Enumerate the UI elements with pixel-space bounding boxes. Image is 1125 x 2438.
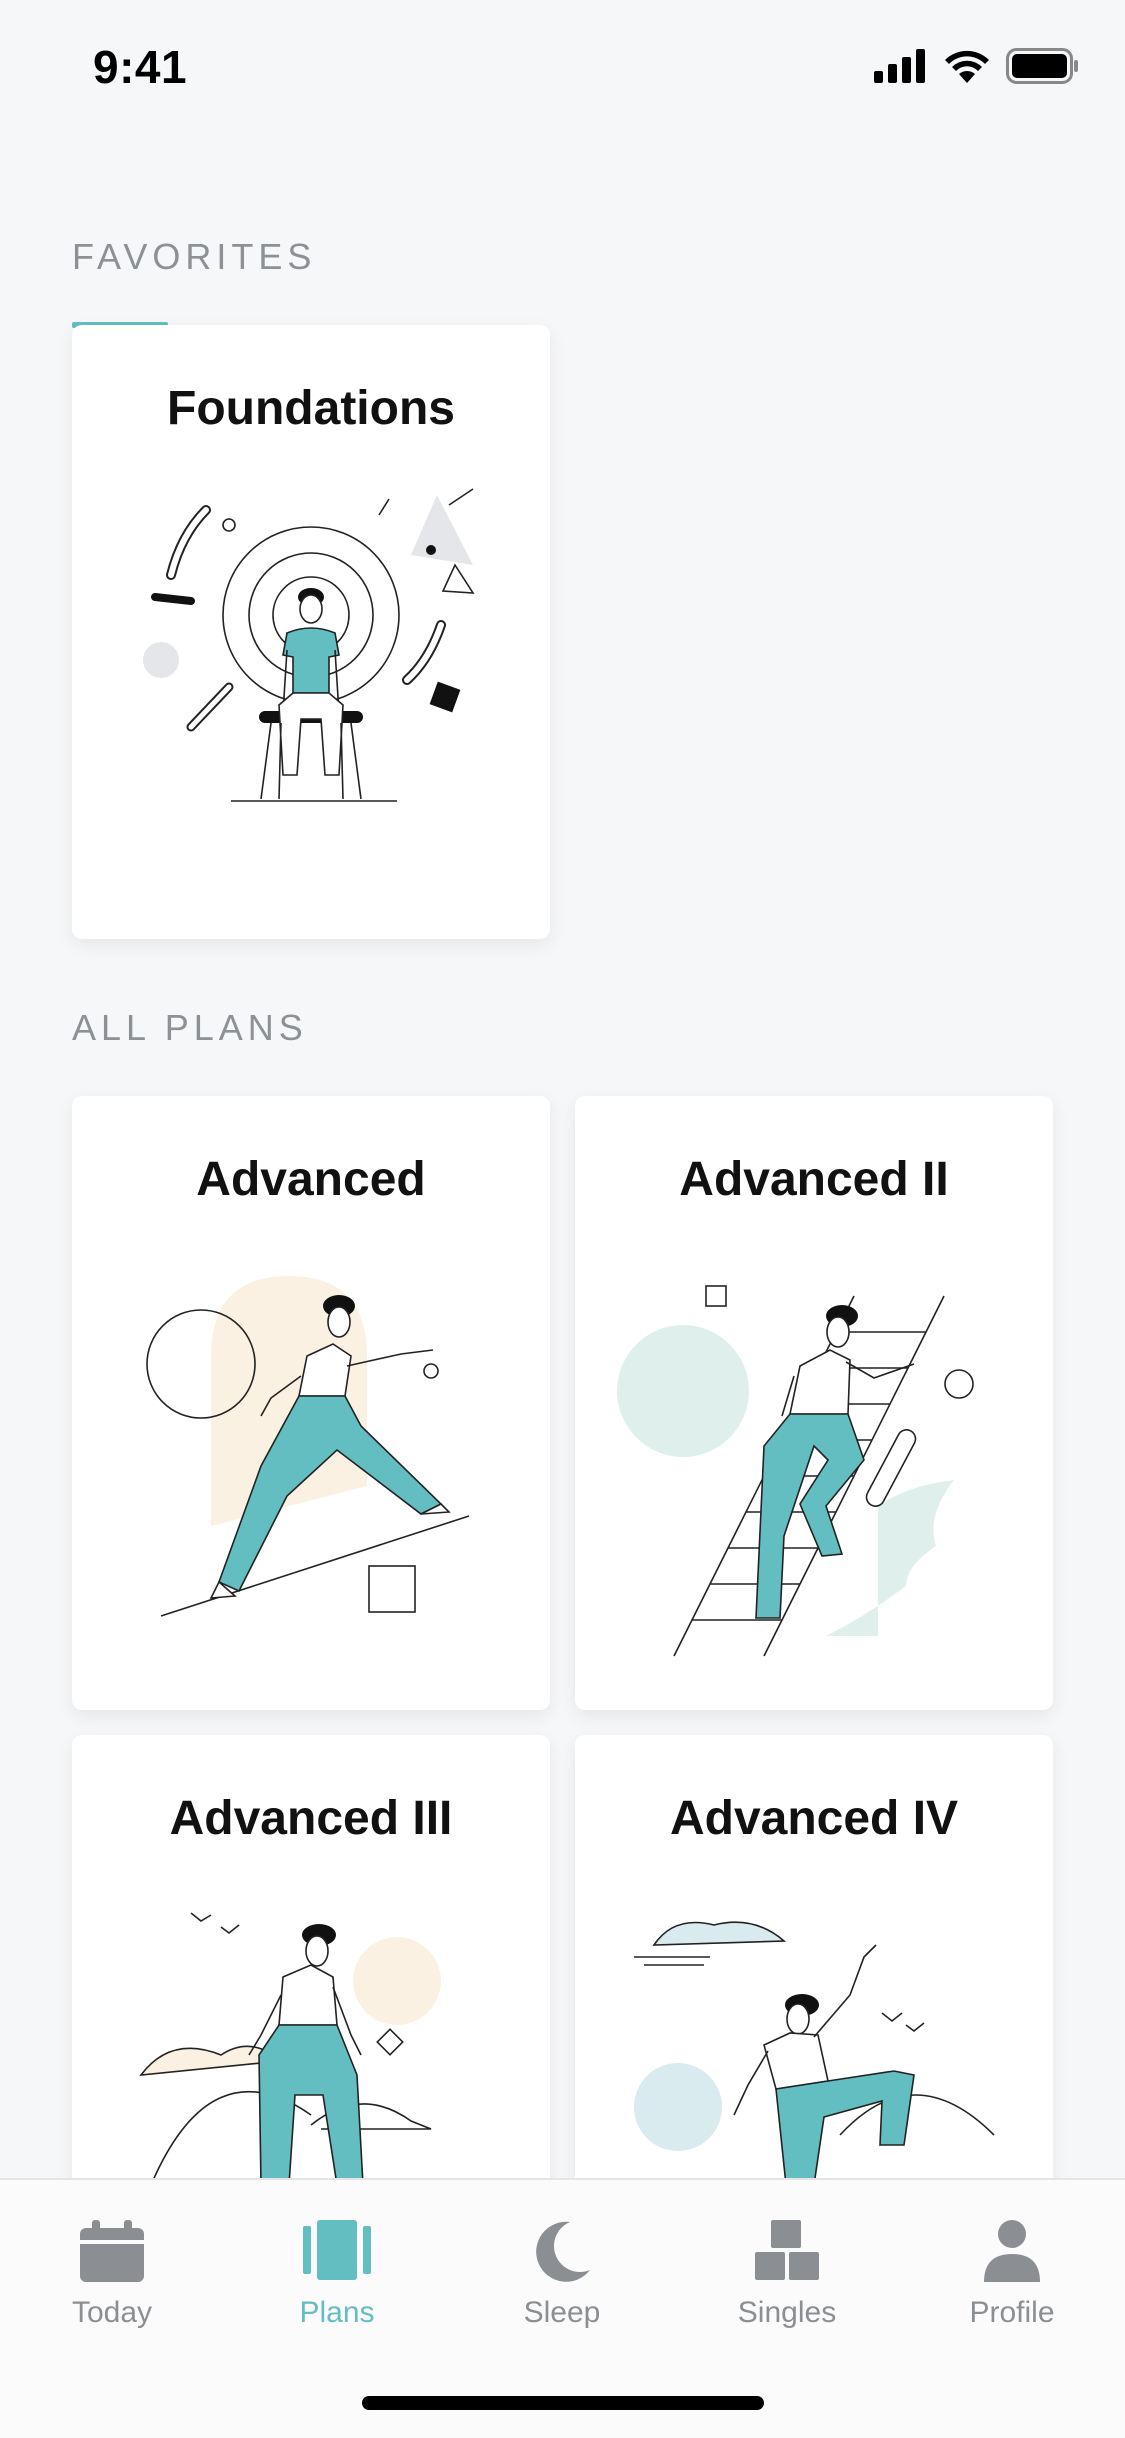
home-indicator — [362, 2396, 764, 2410]
battery-icon — [1006, 48, 1078, 84]
tab-today[interactable]: Today — [12, 2218, 212, 2330]
tab-plans[interactable]: Plans — [237, 2218, 437, 2330]
plan-card-title: Foundations — [167, 382, 455, 435]
meditation-illustration — [143, 488, 475, 802]
tab-sleep[interactable]: Sleep — [462, 2218, 662, 2330]
tab-label: Profile — [969, 2296, 1055, 2329]
plan-card-title: Advanced III — [169, 1792, 453, 1845]
plan-card-advanced-ii[interactable]: Advanced II — [575, 1096, 1053, 1710]
climbing-slope-illustration — [146, 1276, 470, 1617]
plan-card-advanced[interactable]: Advanced — [72, 1096, 550, 1710]
plan-card-title: Advanced II — [679, 1153, 949, 1206]
status-icons — [874, 48, 1080, 84]
status-time: 9:41 — [93, 41, 188, 93]
moon-icon — [536, 2221, 590, 2282]
plan-card-foundations[interactable]: Foundations — [72, 325, 550, 939]
tab-profile[interactable]: Profile — [912, 2218, 1112, 2330]
tab-label: Today — [71, 2296, 153, 2329]
wifi-icon — [945, 50, 989, 83]
ladder-climb-illustration — [617, 1285, 974, 1657]
person-icon — [984, 2220, 1040, 2282]
status-bar: 9:41 — [0, 0, 1125, 135]
tab-label: Plans — [299, 2296, 375, 2329]
all-plans-section-title: ALL PLANS — [72, 1007, 308, 1048]
plan-card-title: Advanced — [196, 1153, 426, 1206]
blocks-icon — [755, 2220, 819, 2280]
cellular-signal-icon — [874, 49, 925, 83]
tab-label: Sleep — [523, 2296, 601, 2329]
tab-label: Singles — [737, 2296, 837, 2329]
plan-card-title: Advanced IV — [669, 1792, 959, 1845]
plans-icon — [303, 2220, 371, 2280]
calendar-icon — [80, 2220, 144, 2282]
favorites-section-title: FAVORITES — [72, 236, 317, 277]
tab-singles[interactable]: Singles — [687, 2218, 887, 2330]
